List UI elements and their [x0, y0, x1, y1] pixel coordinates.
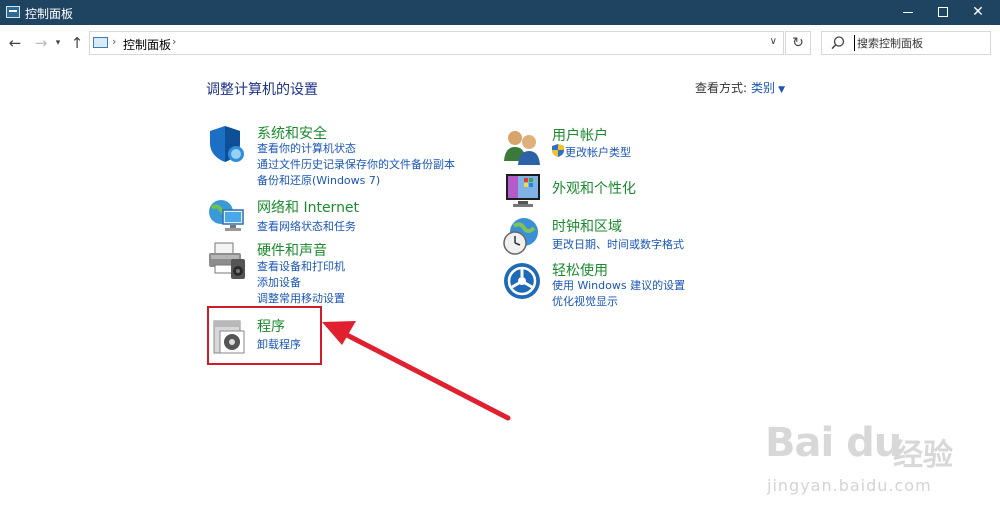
close-button[interactable]: ✕ — [955, 0, 1000, 25]
category-network-internet: 网络和 Internet 查看网络状态和任务 — [207, 197, 487, 233]
page-title: 调整计算机的设置 — [206, 82, 318, 98]
back-button[interactable]: ← — [6, 34, 24, 52]
control-panel-icon — [6, 6, 20, 18]
refresh-icon: ↻ — [792, 35, 804, 51]
category-appearance-personalization: 外观和个性化 — [502, 170, 782, 212]
link-file-history-backup[interactable]: 通过文件历史记录保存你的文件备份副本 — [257, 156, 455, 172]
appearance-monitor-icon — [506, 174, 540, 207]
link-devices-printers[interactable]: 查看设备和打印机 — [257, 258, 345, 274]
ease-of-access-icon — [504, 263, 540, 299]
minimize-icon — [903, 11, 913, 13]
chevron-down-icon[interactable]: ▼ — [778, 85, 785, 95]
system-security-shield-icon — [210, 126, 244, 162]
link-recommended-settings[interactable]: 使用 Windows 建议的设置 — [552, 277, 685, 293]
breadcrumb-control-panel[interactable]: 控制面板 — [123, 36, 171, 53]
view-by-dropdown[interactable]: 类别 — [751, 81, 775, 95]
category-title[interactable]: 网络和 Internet — [257, 197, 359, 217]
arrow-right-icon: → — [34, 34, 48, 52]
watermark-main-text: Bai du — [765, 420, 902, 466]
refresh-button[interactable]: ↻ — [785, 31, 811, 55]
uac-shield-icon — [552, 144, 564, 157]
recent-locations-button[interactable]: ▾ — [52, 34, 64, 52]
title-bar: 控制面板 ✕ — [0, 0, 1000, 25]
window-title: 控制面板 — [25, 7, 74, 21]
link-backup-restore[interactable]: 备份和还原(Windows 7) — [257, 172, 380, 188]
search-icon — [831, 36, 845, 50]
category-title[interactable]: 外观和个性化 — [552, 178, 636, 198]
search-input[interactable] — [854, 35, 984, 51]
breadcrumb-separator-icon[interactable]: › — [112, 35, 116, 48]
link-change-account-type[interactable]: 更改帐户类型 — [565, 144, 631, 160]
maximize-icon — [938, 7, 948, 17]
link-optimize-display[interactable]: 优化视觉显示 — [552, 293, 618, 309]
category-user-accounts: 用户帐户 更改帐户类型 — [502, 125, 782, 165]
link-network-status[interactable]: 查看网络状态和任务 — [257, 218, 356, 234]
network-globe-icon — [209, 200, 244, 231]
arrow-up-icon: ↑ — [70, 34, 84, 52]
up-button[interactable]: ↑ — [68, 34, 86, 52]
breadcrumb-separator-icon[interactable]: › — [172, 35, 176, 48]
search-box[interactable] — [821, 31, 991, 55]
category-title[interactable]: 时钟和区域 — [552, 216, 622, 236]
link-check-computer-status[interactable]: 查看你的计算机状态 — [257, 140, 356, 156]
category-ease-of-access: 轻松使用 使用 Windows 建议的设置 优化视觉显示 — [502, 260, 782, 310]
category-clock-region: 时钟和区域 更改日期、时间或数字格式 — [502, 216, 782, 255]
chevron-down-icon: ▾ — [55, 38, 61, 48]
link-mobility-settings[interactable]: 调整常用移动设置 — [257, 290, 345, 306]
view-by: 查看方式: 类别 ▼ — [695, 79, 785, 96]
arrow-left-icon: ← — [8, 34, 22, 52]
printer-speaker-icon — [209, 242, 245, 279]
category-hardware-sound: 硬件和声音 查看设备和打印机 添加设备 调整常用移动设置 — [207, 240, 487, 305]
category-title[interactable]: 硬件和声音 — [257, 240, 327, 260]
control-panel-icon — [93, 37, 108, 48]
watermark-cn-text: 经验 — [893, 438, 953, 473]
watermark-url: jingyan.baidu.com — [767, 476, 932, 495]
user-accounts-icon — [504, 131, 540, 165]
navigation-bar: ← → ▾ ↑ › 控制面板 › ∨ ↻ — [0, 25, 1000, 62]
category-title[interactable]: 用户帐户 — [552, 125, 608, 145]
highlight-box — [207, 306, 322, 365]
address-bar[interactable]: › 控制面板 › ∨ — [89, 31, 784, 55]
forward-button[interactable]: → — [32, 34, 50, 52]
view-by-label: 查看方式: — [695, 81, 748, 95]
clock-globe-icon — [503, 218, 538, 255]
link-date-time-format[interactable]: 更改日期、时间或数字格式 — [552, 236, 684, 252]
link-add-device[interactable]: 添加设备 — [257, 274, 301, 290]
close-icon: ✕ — [972, 4, 984, 20]
category-system-security: 系统和安全 查看你的计算机状态 通过文件历史记录保存你的文件备份副本 备份和还原… — [207, 123, 487, 188]
baidu-watermark: Bai du 经验 jingyan.baidu.com — [765, 412, 965, 502]
address-dropdown-icon[interactable]: ∨ — [770, 36, 777, 47]
